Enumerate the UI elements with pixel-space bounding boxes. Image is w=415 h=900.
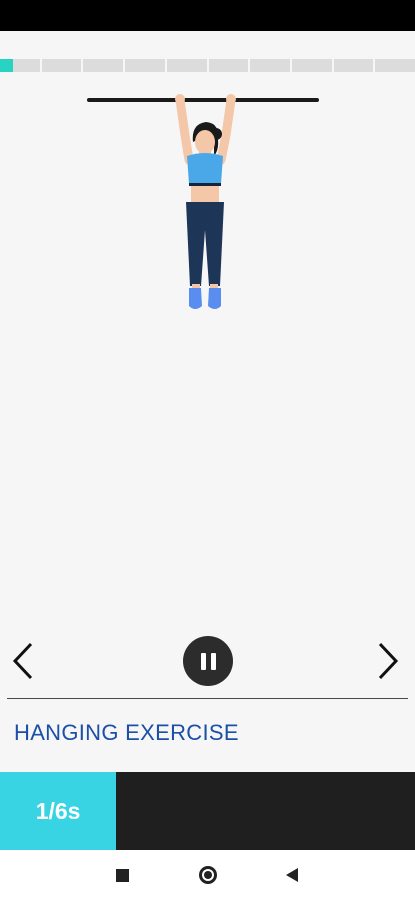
progress-segment-fill	[0, 59, 14, 72]
chevron-right-icon	[378, 642, 399, 680]
progress-segment	[41, 59, 82, 72]
progress-segment	[333, 59, 374, 72]
divider	[7, 698, 408, 699]
status-bar	[0, 0, 415, 31]
exercise-controls	[0, 630, 415, 690]
progress-segment	[166, 59, 207, 72]
exercise-title: HANGING EXERCISE	[14, 720, 239, 745]
timer-label: 1/6s	[35, 797, 81, 824]
pause-icon	[200, 652, 206, 670]
back-button[interactable]	[272, 850, 312, 900]
timer-panel: 1/6s	[0, 772, 415, 850]
system-navigation-bar	[0, 850, 415, 900]
chevron-left-icon	[12, 642, 33, 680]
exercise-illustration	[87, 94, 319, 309]
progress-segment	[0, 59, 40, 72]
pause-button[interactable]	[183, 636, 233, 686]
timer-progress-fill: 1/6s	[0, 772, 117, 850]
progress-segment	[125, 59, 165, 72]
recents-icon	[115, 868, 129, 882]
exercise-progress-bar	[0, 59, 415, 72]
progress-segment	[83, 59, 124, 72]
next-exercise-button[interactable]	[371, 638, 405, 684]
back-icon	[286, 868, 298, 882]
previous-exercise-button[interactable]	[6, 638, 40, 684]
progress-segment	[375, 59, 415, 72]
progress-segment	[291, 59, 332, 72]
home-icon	[199, 866, 217, 884]
recents-button[interactable]	[102, 850, 142, 900]
home-button[interactable]	[188, 850, 228, 900]
progress-segment	[208, 59, 249, 72]
progress-segment	[250, 59, 290, 72]
